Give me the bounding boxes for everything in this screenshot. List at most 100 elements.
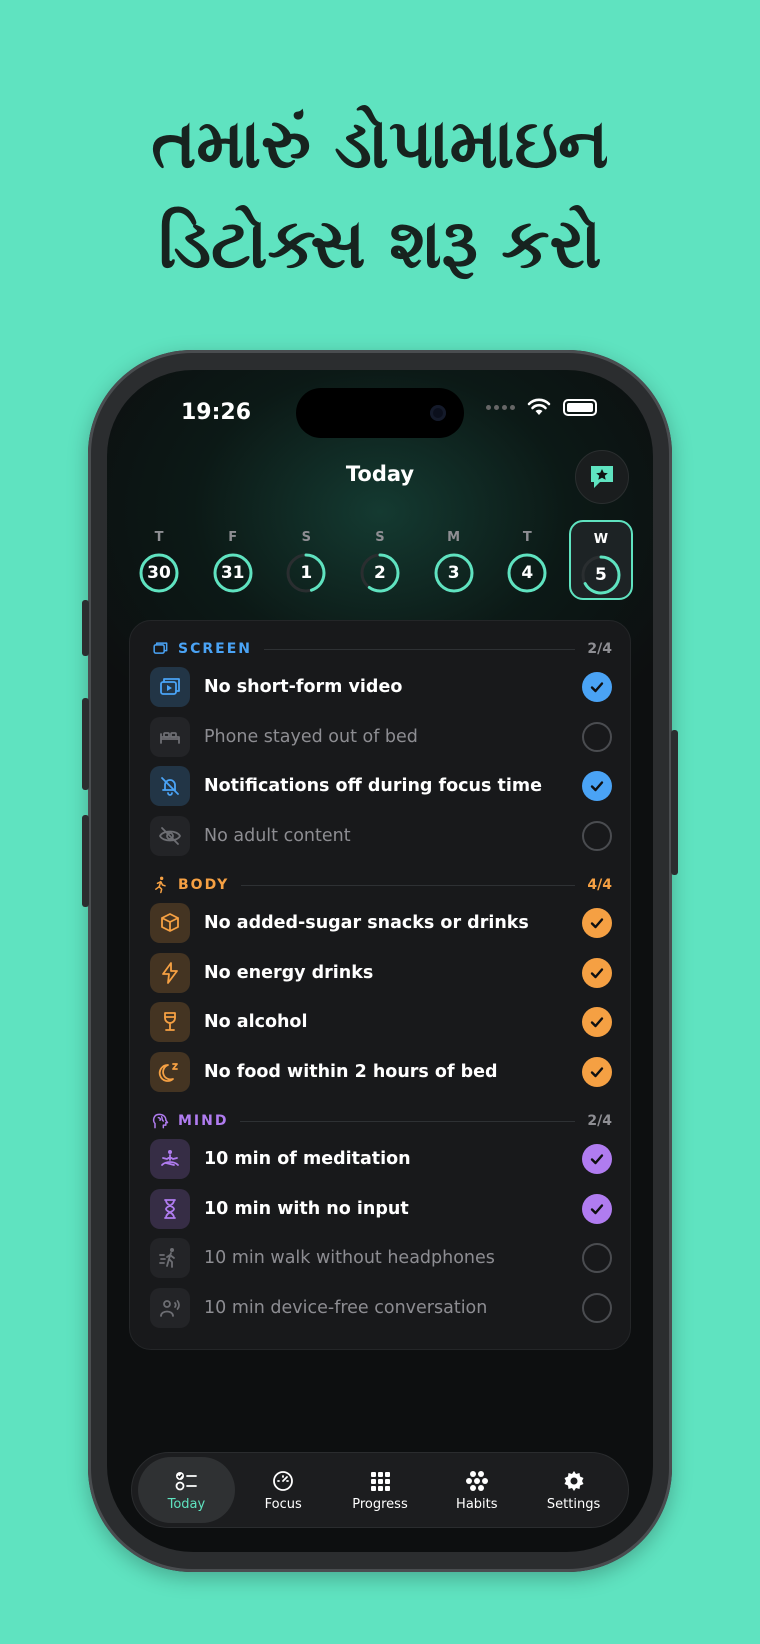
section-header-screen: SCREEN 2/4 [150,637,612,661]
section-icon [150,639,170,659]
empty-check-circle[interactable] [582,721,612,752]
day-number: 4 [521,563,534,583]
status-time: 19:26 [181,400,252,425]
signal-icon [486,404,515,410]
day-30[interactable]: T 30 [127,520,191,600]
volume-up-button [82,698,89,790]
checkmark-icon[interactable] [582,957,612,988]
day-number: 30 [147,563,171,583]
day-letter: M [447,530,461,545]
habit-label: Phone stayed out of bed [204,726,418,747]
habit-label: 10 min of meditation [204,1149,411,1169]
section-icon [150,1111,170,1131]
checkmark-icon[interactable] [582,1056,612,1087]
headline-line-2: ડિટોક્સ શરૂ કરો [158,205,602,284]
habit-row[interactable]: No energy drinks [150,951,612,995]
tab-today[interactable]: Today [138,1457,235,1523]
habit-row[interactable]: No short-form video [150,665,612,709]
section-divider [263,648,576,650]
battery-icon [563,398,597,416]
section-name: BODY [178,877,230,893]
cube-icon [161,913,179,932]
tab-progress[interactable]: Progress [332,1457,429,1523]
feedback-button[interactable] [575,450,629,504]
empty-check-circle[interactable] [582,820,612,851]
chat-star-icon [591,466,613,488]
eye-off-icon [159,826,181,845]
habit-row[interactable]: No food within 2 hours of bed [150,1050,612,1094]
habit-row[interactable]: No alcohol [150,1000,612,1044]
habit-row[interactable]: 10 min with no input [150,1187,612,1231]
runner-icon [155,876,166,894]
habit-row[interactable]: Phone stayed out of bed [150,715,612,759]
day-letter: T [154,530,164,545]
section-divider [241,884,576,886]
tab-settings[interactable]: Settings [525,1457,622,1523]
bell-off-icon [161,777,179,796]
checklist-card: SCREEN 2/4 No short-form video Phone stayed… [129,620,631,1350]
day-2[interactable]: S2 [348,520,412,600]
habit-row[interactable]: No added-sugar snacks or drinks [150,901,612,945]
walking-icon [159,1248,175,1268]
habit-row[interactable]: No adult content [150,814,612,858]
day-31[interactable]: F 31 [201,520,265,600]
wifi-icon [527,398,551,415]
habit-icon-box [150,716,190,757]
day-number: 2 [374,563,386,583]
dynamic-island [296,388,464,438]
checkmark-icon[interactable] [582,908,612,938]
app-screen: 19:26 Today T 30 F 31 S 1 S 2 M 3 T 4 W 5 SCREEN 2/4 No… [107,370,653,1552]
day-4[interactable]: T4 [495,520,559,600]
checkmark-icon[interactable] [582,771,612,801]
people-talk-icon [160,1299,180,1317]
day-number: 5 [595,565,607,585]
gear-icon [564,1470,584,1491]
checklist-icon [175,1471,198,1490]
action-button [82,600,89,656]
cluster-icon [465,1470,488,1491]
tab-focus[interactable]: Focus [235,1457,332,1523]
moon-sleep-icon [158,1062,178,1082]
section-header-mind: MIND 2/4 [150,1109,612,1133]
day-letter: T [522,530,532,545]
habit-row[interactable]: 10 min walk without headphones [150,1236,612,1280]
tab-bar: Today Focus Progress Habits Settings [131,1452,629,1528]
habit-icon-box [150,952,190,993]
checkmark-icon[interactable] [582,672,612,702]
checkmark-icon[interactable] [582,1144,612,1174]
day-number: 1 [300,563,313,583]
power-button [671,730,678,875]
tab-label: Focus [264,1496,302,1512]
habit-row[interactable]: Notifications off during focus time [150,764,612,808]
day-number: 3 [447,563,460,583]
habit-label: 10 min with no input [204,1198,409,1219]
volume-down-button [82,815,89,907]
habit-row[interactable]: 10 min of meditation [150,1137,612,1181]
day-1[interactable]: S1 [274,520,338,600]
headline: તમારું ડોપામાઇન ડિટોક્સ શરૂ કરો [0,95,760,295]
habit-icon-box [150,1139,190,1179]
day-letter: S [301,530,311,545]
checkmark-icon[interactable] [582,1007,612,1037]
empty-check-circle[interactable] [582,1243,612,1273]
habit-label: No alcohol [204,1012,308,1032]
section-name: MIND [178,1113,229,1129]
bolt-icon [162,961,178,984]
day-5[interactable]: W5 [568,520,633,600]
page-title: Today [345,462,415,486]
section-header-body: BODY 4/4 [150,873,612,897]
grid-icon [370,1471,390,1491]
habit-label: No added-sugar snacks or drinks [204,913,529,933]
tab-habits[interactable]: Habits [428,1457,525,1523]
day-progress-ring: 5 [580,554,622,596]
checkmark-icon[interactable] [582,1193,612,1224]
habit-icon-box [150,766,190,806]
day-progress-ring: 3 [433,552,475,594]
habit-row[interactable]: 10 min device-free conversation [150,1286,612,1330]
day-progress-ring: 30 [138,552,180,594]
empty-check-circle[interactable] [582,1292,612,1323]
day-3[interactable]: M3 [422,520,486,600]
habit-label: No energy drinks [204,962,374,983]
section-name: SCREEN [178,641,252,657]
tab-label: Progress [352,1496,408,1512]
